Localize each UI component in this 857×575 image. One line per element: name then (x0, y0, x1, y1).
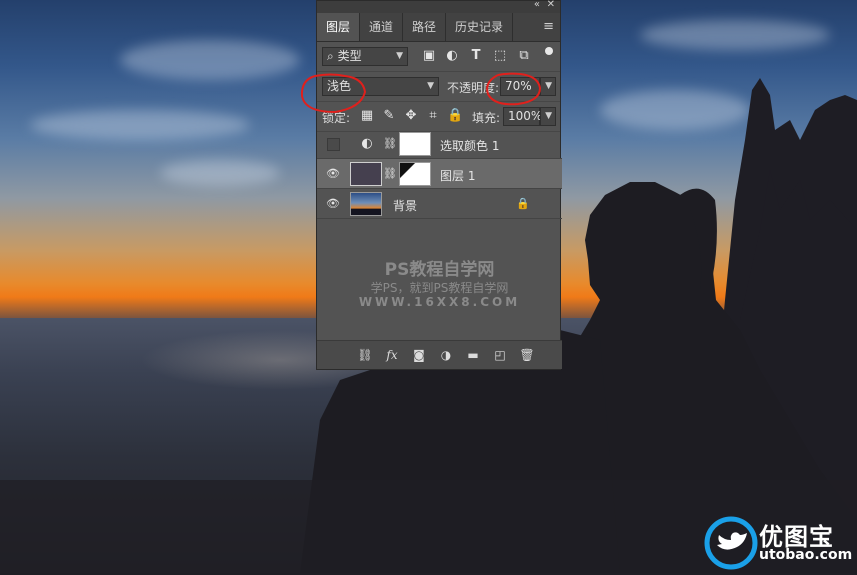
filter-kind-label: 类型 (337, 49, 362, 63)
utobao-logo: 优图宝 utobao.com (703, 515, 853, 573)
eye-icon[interactable]: 👁 (326, 198, 340, 210)
chevron-down-icon: ▼ (427, 81, 434, 91)
fill-input[interactable]: 100% (503, 107, 542, 126)
adjustment-layer-icon: ◐ (361, 136, 373, 151)
link-layers-icon[interactable]: ⛓ (357, 347, 373, 363)
shape-filter-icon[interactable]: ⬚ (492, 48, 508, 64)
blend-row: 浅色 ▼ 不透明度: 70% ▼ (317, 72, 560, 102)
layer-row-selective-color[interactable]: ◐ ⛓ 选取颜色 1 (317, 129, 562, 159)
link-icon[interactable]: ⛓ (382, 166, 398, 182)
visibility-toggle-off[interactable] (327, 138, 340, 151)
smart-object-filter-icon[interactable]: ⧉ (516, 48, 532, 64)
opacity-label: 不透明度: (447, 81, 500, 95)
search-icon: ⌕ (327, 49, 334, 63)
link-icon[interactable]: ⛓ (382, 136, 398, 152)
chevron-down-icon: ▼ (545, 81, 552, 91)
new-layer-icon[interactable]: ◰ (492, 347, 508, 363)
blend-mode-value: 浅色 (327, 79, 352, 93)
close-icon[interactable]: ✕ (547, 0, 555, 10)
fx-icon[interactable]: fx (384, 347, 400, 363)
eye-icon[interactable]: 👁 (326, 168, 340, 180)
opacity-input[interactable]: 70% (500, 77, 540, 96)
logo-url: utobao.com (759, 547, 853, 563)
watermark-url: WWW.16XX8.COM (358, 295, 521, 309)
layer-name[interactable]: 选取颜色 1 (440, 137, 499, 154)
panel-tabs: 图层 通道 路径 历史记录 ≡ (317, 13, 560, 42)
lock-position-icon[interactable]: ✥ (403, 108, 419, 124)
panel-title-bar: « ✕ (317, 0, 560, 13)
adjustment-icon[interactable]: ◑ (438, 347, 454, 363)
lock-artboard-icon[interactable]: ⌗ (425, 108, 441, 124)
panel-menu-icon[interactable]: ≡ (543, 19, 554, 34)
layer-thumbnail[interactable] (350, 162, 382, 186)
opacity-slider-button[interactable]: ▼ (540, 77, 556, 96)
layer-thumbnail[interactable] (350, 192, 382, 216)
layers-panel: « ✕ 图层 通道 路径 历史记录 ≡ ⌕ 类型 ▼ ▣ ◐ T ⬚ ⧉ 浅色 … (316, 0, 562, 370)
fill-label: 填充: (472, 111, 501, 125)
layer-row-background[interactable]: 👁 背景 🔒 (317, 189, 562, 219)
tab-channels[interactable]: 通道 (360, 13, 404, 41)
filter-toggle-icon[interactable] (545, 47, 553, 55)
filter-row: ⌕ 类型 ▼ ▣ ◐ T ⬚ ⧉ (317, 42, 560, 72)
trash-icon[interactable]: 🗑 (519, 347, 535, 363)
folder-icon[interactable]: ▬ (465, 347, 481, 363)
lock-label: 锁定: (322, 111, 351, 125)
tab-layers[interactable]: 图层 (317, 13, 361, 41)
bird-logo-icon (704, 516, 758, 570)
layer-name[interactable]: 背景 (393, 197, 417, 214)
fill-slider-button[interactable]: ▼ (540, 107, 556, 126)
lock-image-icon[interactable]: ✎ (381, 108, 397, 124)
tab-history[interactable]: 历史记录 (446, 13, 514, 41)
layer-name[interactable]: 图层 1 (440, 167, 475, 184)
lock-icon: 🔒 (516, 197, 530, 210)
watermark-subtitle: 学PS，就到PS教程自学网 (370, 281, 509, 295)
collapse-icon[interactable]: « (534, 0, 540, 10)
layer-mask-thumbnail[interactable] (399, 162, 431, 186)
image-filter-icon[interactable]: ▣ (421, 48, 437, 64)
lock-transparent-icon[interactable]: ▦ (359, 108, 375, 124)
filter-kind-select[interactable]: ⌕ 类型 ▼ (322, 47, 408, 66)
chevron-down-icon: ▼ (396, 51, 403, 61)
chevron-down-icon: ▼ (545, 111, 552, 121)
adjustment-filter-icon[interactable]: ◐ (444, 48, 460, 64)
panel-bottom-toolbar: ⛓ fx ◙ ◑ ▬ ◰ 🗑 (317, 340, 562, 369)
tab-paths[interactable]: 路径 (403, 13, 447, 41)
layer-mask-thumbnail[interactable] (399, 132, 431, 156)
lock-all-icon[interactable]: 🔒 (447, 108, 463, 124)
type-filter-icon[interactable]: T (468, 48, 484, 64)
layer-row-layer1[interactable]: 👁 ⛓ 图层 1 (317, 159, 562, 189)
blend-mode-select[interactable]: 浅色 ▼ (322, 77, 439, 96)
watermark-title: PS教程自学网 (384, 260, 495, 280)
add-mask-icon[interactable]: ◙ (411, 347, 427, 363)
lock-row: 锁定: ▦ ✎ ✥ ⌗ 🔒 填充: 100% ▼ (317, 102, 560, 132)
